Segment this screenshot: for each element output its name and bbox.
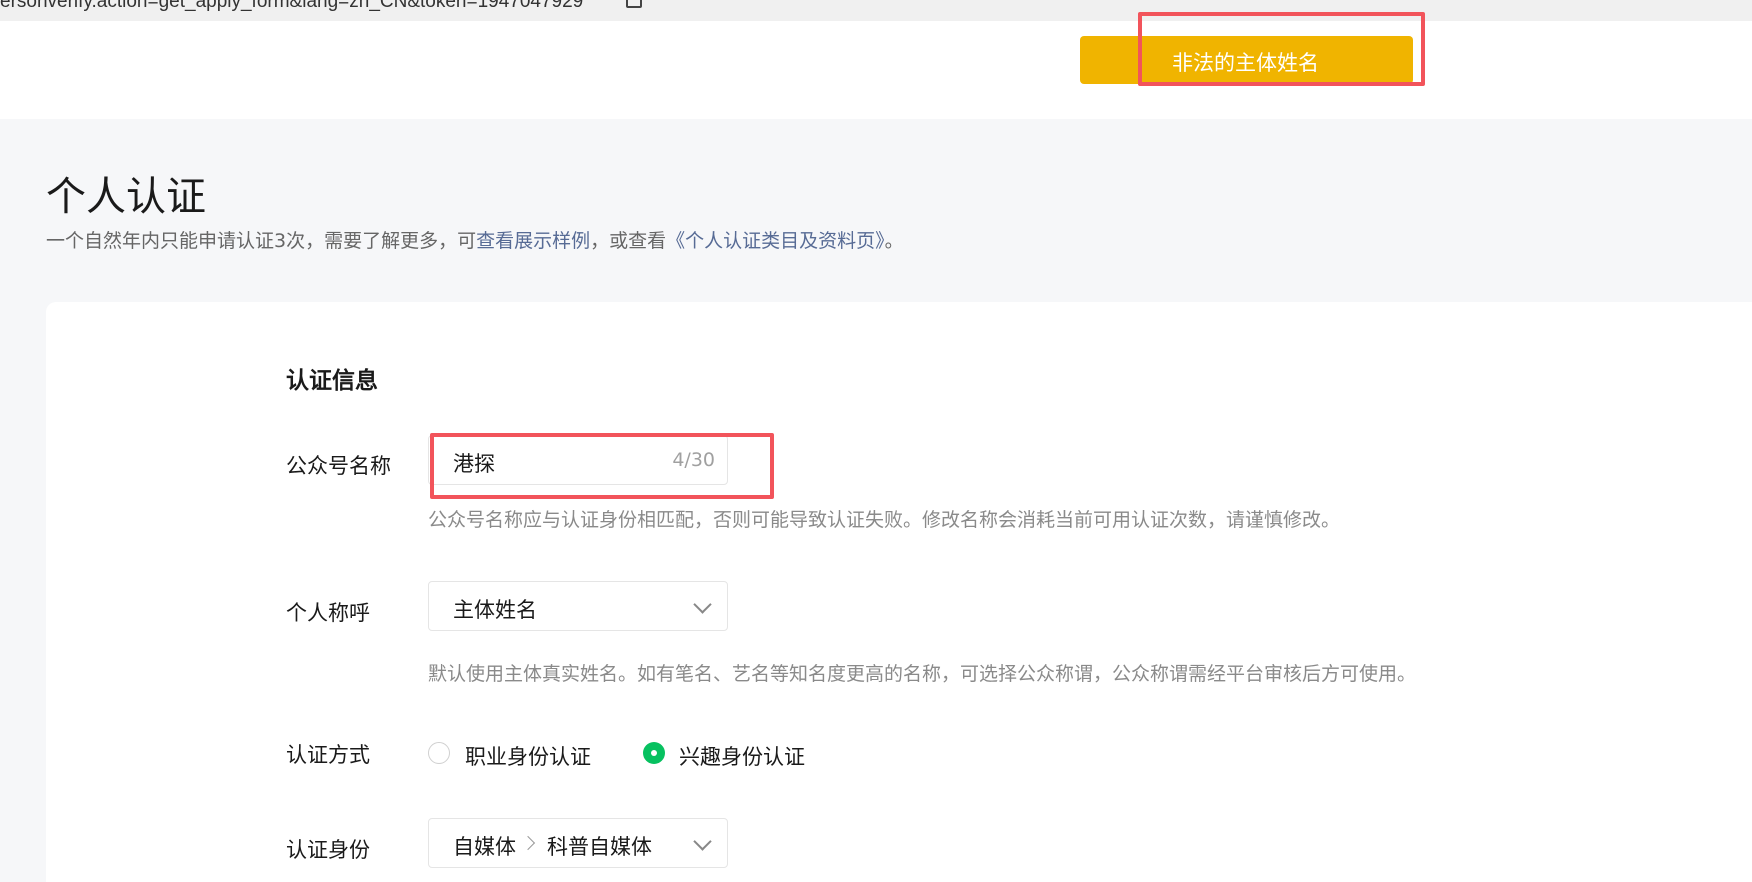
radio-interest-identity[interactable]: [643, 742, 665, 764]
highlight-box-input: [430, 433, 774, 499]
account-name-hint: 公众号名称应与认证身份相匹配，否则可能导致认证失败。修改名称会消耗当前可用认证次…: [428, 509, 1341, 531]
personal-title-label: 个人称呼: [286, 601, 370, 625]
copy-icon[interactable]: [626, 0, 642, 8]
verify-method-label: 认证方式: [286, 743, 370, 767]
radio-label-interest[interactable]: 兴趣身份认证: [679, 741, 805, 771]
radio-professional-identity[interactable]: [428, 742, 450, 764]
identity-category: 自媒体: [453, 835, 516, 859]
radio-label-professional[interactable]: 职业身份认证: [465, 741, 591, 771]
view-example-link[interactable]: 查看展示样例: [476, 230, 590, 252]
url-text: ersonverify.action=get_apply_form&lang=z…: [0, 0, 584, 12]
account-name-label: 公众号名称: [286, 454, 391, 478]
subtitle-suffix: 。: [884, 230, 904, 252]
personal-title-value: 主体姓名: [453, 598, 537, 622]
section-title: 认证信息: [286, 368, 378, 394]
page-title: 个人认证: [46, 174, 206, 220]
personal-title-hint: 默认使用主体真实姓名。如有笔名、艺名等知名度更高的名称，可选择公众称谓，公众称谓…: [428, 663, 1417, 685]
chevron-down-icon: [693, 832, 712, 851]
category-docs-link[interactable]: 《个人认证类目及资料页》: [666, 230, 885, 252]
identity-subcategory: 科普自媒体: [547, 835, 652, 859]
top-header: [0, 21, 1752, 119]
chevron-down-icon: [693, 595, 712, 614]
subtitle-middle: ，或查看: [590, 230, 667, 252]
verify-identity-label: 认证身份: [286, 838, 370, 862]
subtitle-prefix: 一个自然年内只能申请认证3次，需要了解更多，可: [46, 230, 477, 252]
personal-title-select[interactable]: 主体姓名: [428, 581, 728, 631]
page-subtitle: 一个自然年内只能申请认证3次，需要了解更多，可查看展示样例，或查看《个人认证类目…: [46, 226, 904, 253]
chevron-right-icon: [520, 835, 536, 851]
verify-identity-select[interactable]: 自媒体 科普自媒体: [428, 818, 728, 868]
highlight-box-toast: [1138, 12, 1425, 86]
browser-address-bar[interactable]: ersonverify.action=get_apply_form&lang=z…: [0, 0, 1752, 21]
